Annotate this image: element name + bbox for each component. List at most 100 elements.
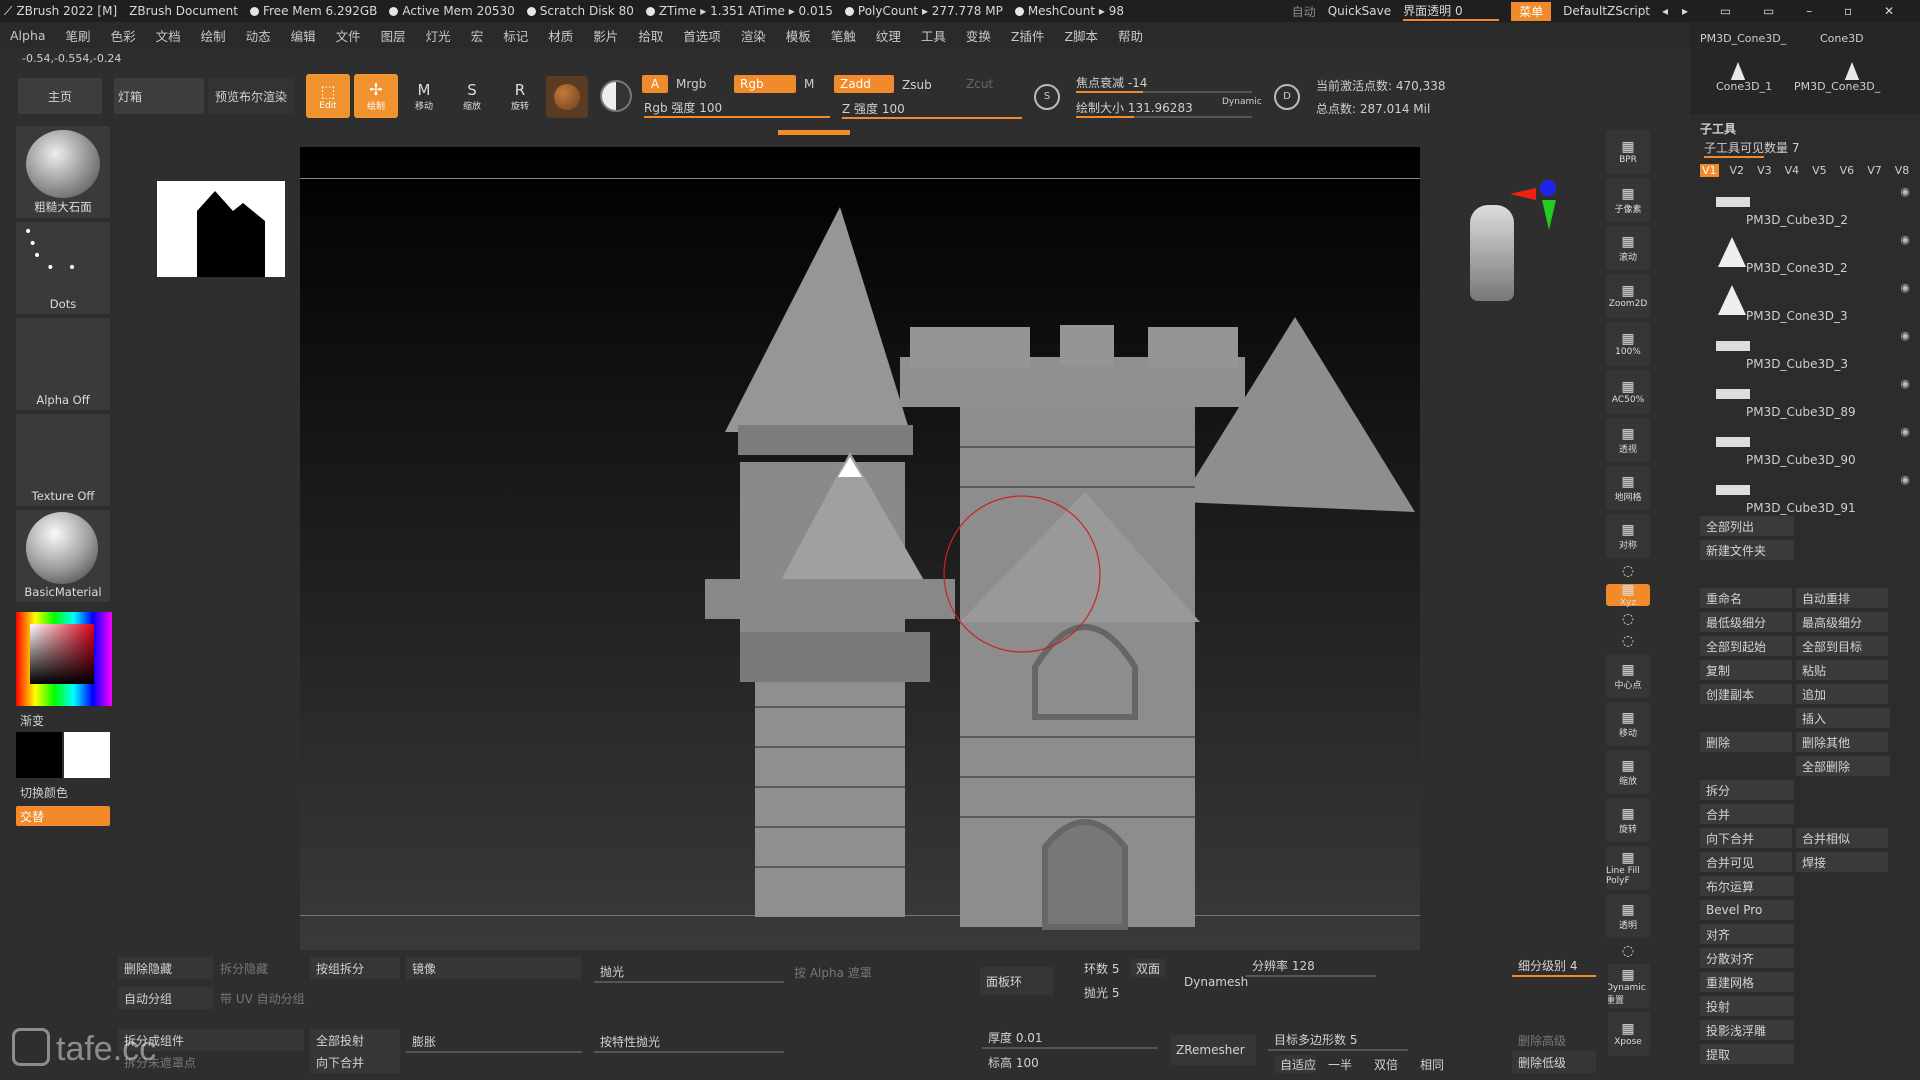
loops-slider[interactable]: 环数 5 xyxy=(1078,957,1132,979)
menu-22[interactable]: Z插件 xyxy=(1011,26,1045,45)
rename-button[interactable]: 重命名 xyxy=(1700,588,1792,608)
rightbar-button-14[interactable]: ▦ 移动 xyxy=(1606,702,1650,746)
alpha-swatch[interactable]: Alpha Off xyxy=(16,318,110,410)
rgb-intensity-slider[interactable] xyxy=(644,116,830,118)
adaptive-button[interactable]: 自适应 xyxy=(1274,1055,1316,1073)
eye-icon[interactable]: ◉ xyxy=(1900,329,1910,342)
subtool-item[interactable]: ◉ PM3D_Cone3D_2 xyxy=(1690,233,1920,281)
inflate-slider[interactable]: 膨胀 xyxy=(406,1031,582,1053)
lightbox-tab[interactable]: 灯箱 xyxy=(114,78,204,114)
menu-15[interactable]: 首选项 xyxy=(683,26,721,45)
menu-18[interactable]: 笔触 xyxy=(831,26,856,45)
tool-thumb-2[interactable]: Cone3D xyxy=(1820,32,1864,45)
rightbar-button-7[interactable]: ▦ 地网格 xyxy=(1606,466,1650,510)
same-button[interactable]: 相同 xyxy=(1414,1053,1454,1075)
eye-icon[interactable]: ◉ xyxy=(1900,233,1910,246)
eye-icon[interactable]: ◉ xyxy=(1900,185,1910,198)
secondary-color[interactable] xyxy=(64,732,110,778)
rightbar-button-3[interactable]: ▦ Zoom2D xyxy=(1606,274,1650,318)
bevel-button[interactable]: Bevel Pro xyxy=(1700,900,1794,920)
rightbar-button-11[interactable]: ◌ xyxy=(1606,610,1650,628)
navigation-head-gizmo[interactable] xyxy=(1470,205,1514,301)
z-intensity-slider[interactable] xyxy=(842,117,1022,119)
new-folder-button[interactable]: 新建文件夹 xyxy=(1700,540,1794,560)
polish-slider[interactable]: 抛光 xyxy=(594,961,784,983)
menu-7[interactable]: 文件 xyxy=(336,26,361,45)
rightbar-button-17[interactable]: ▦ Line Fill PolyF xyxy=(1606,846,1650,890)
version-tab-v5[interactable]: V5 xyxy=(1810,164,1829,177)
auto-reorder-button[interactable]: 自动重排 xyxy=(1796,588,1888,608)
group-split-button[interactable]: 按组拆分 xyxy=(310,957,400,979)
rotate-button[interactable]: R 旋转 xyxy=(498,74,542,118)
project-button[interactable]: 投射 xyxy=(1700,996,1794,1016)
menu-2[interactable]: 色彩 xyxy=(111,26,136,45)
primary-color[interactable] xyxy=(16,732,62,778)
version-tab-v7[interactable]: V7 xyxy=(1865,164,1884,177)
eye-icon[interactable]: ◉ xyxy=(1900,377,1910,390)
all-low-button[interactable]: 全部到起始 xyxy=(1700,636,1792,656)
rightbar-button-2[interactable]: ▦ 滚动 xyxy=(1606,226,1650,270)
split-button[interactable]: 拆分 xyxy=(1700,780,1794,800)
menu-10[interactable]: 宏 xyxy=(471,26,484,45)
subtool-item[interactable]: ◉ PM3D_Cube3D_2 xyxy=(1690,185,1920,233)
rightbar-button-0[interactable]: ▦ BPR xyxy=(1606,130,1650,174)
bool-preview-button[interactable]: 预览布尔渲染 xyxy=(208,78,294,114)
edit-button[interactable]: ⬚ Edit xyxy=(306,74,350,118)
tool-thumb-4[interactable]: PM3D_Cone3D_ xyxy=(1794,80,1880,93)
brush-swatch[interactable]: 粗糙大石面 xyxy=(16,126,110,218)
rightbar-button-4[interactable]: ▦ 100% xyxy=(1606,322,1650,366)
rightbar-button-15[interactable]: ▦ 缩放 xyxy=(1606,750,1650,794)
sym-d-icon[interactable]: D xyxy=(1274,84,1300,110)
zremesher-button[interactable]: ZRemesher xyxy=(1170,1035,1256,1065)
menu-4[interactable]: 绘制 xyxy=(201,26,226,45)
rightbar-button-10[interactable]: ▦ Xyz xyxy=(1606,582,1650,608)
material-sphere-icon[interactable] xyxy=(546,76,588,118)
subtool-item[interactable]: ◉ PM3D_Cube3D_91 xyxy=(1690,473,1920,521)
align-button[interactable]: 对齐 xyxy=(1700,924,1794,944)
menu-24[interactable]: 帮助 xyxy=(1118,26,1143,45)
menu-6[interactable]: 编辑 xyxy=(291,26,316,45)
delete-hidden-button[interactable]: 删除隐藏 xyxy=(118,957,214,979)
zadd-button[interactable]: Zadd xyxy=(834,75,894,93)
menu-0[interactable]: Alpha xyxy=(10,28,46,43)
rgb-button[interactable]: Rgb xyxy=(734,75,796,93)
insert-button[interactable]: 插入 xyxy=(1796,708,1890,728)
gradient-label[interactable]: 渐变 xyxy=(20,712,44,729)
switch-color-button[interactable]: 切换颜色 xyxy=(20,784,68,801)
append-button[interactable]: 追加 xyxy=(1796,684,1888,704)
menu-20[interactable]: 工具 xyxy=(921,26,946,45)
project-all-button[interactable]: 全部投射 xyxy=(310,1029,400,1051)
rightbar-button-13[interactable]: ▦ 中心点 xyxy=(1606,654,1650,698)
thickness-slider[interactable]: 厚度 0.01 xyxy=(982,1027,1158,1049)
mirror-button[interactable]: 镜像 xyxy=(406,957,582,979)
panel-polish-slider[interactable]: 抛光 5 xyxy=(1078,981,1168,1003)
draw-button[interactable]: ✢ 绘制 xyxy=(354,74,398,118)
extract-button[interactable]: 提取 xyxy=(1700,1044,1794,1064)
menu-button[interactable]: 菜单 xyxy=(1511,1,1552,21)
menu-16[interactable]: 渲染 xyxy=(741,26,766,45)
boolean-button[interactable]: 布尔运算 xyxy=(1700,876,1794,896)
alpha-a-button[interactable]: A xyxy=(642,75,668,93)
viewport-canvas[interactable] xyxy=(157,147,1420,950)
rightbar-button-1[interactable]: ▦ 子像素 xyxy=(1606,178,1650,222)
version-tab-v6[interactable]: V6 xyxy=(1838,164,1857,177)
alpha-mask-button[interactable]: 按 Alpha 遮罩 xyxy=(788,961,938,983)
menu-21[interactable]: 变换 xyxy=(966,26,991,45)
ui-transparency-slider[interactable]: 界面透明 0 xyxy=(1403,2,1500,21)
delete-button[interactable]: 删除 xyxy=(1700,732,1792,752)
alternate-button[interactable]: 交替 xyxy=(16,806,110,826)
eye-icon[interactable]: ◉ xyxy=(1900,281,1910,294)
menu-3[interactable]: 文档 xyxy=(156,26,181,45)
merge-button[interactable]: 合并 xyxy=(1700,804,1794,824)
uv-auto-group-button[interactable]: 带 UV 自动分组 xyxy=(214,987,400,1009)
menu-8[interactable]: 图层 xyxy=(381,26,406,45)
menu-1[interactable]: 笔刷 xyxy=(66,26,91,45)
draw-size-slider[interactable] xyxy=(1076,116,1252,118)
menu-11[interactable]: 标记 xyxy=(503,26,528,45)
merge-down-button[interactable]: 向下合并 xyxy=(1700,828,1792,848)
list-all-button[interactable]: 全部列出 xyxy=(1700,516,1794,536)
home-tab[interactable]: 主页 xyxy=(18,78,102,114)
paste-button[interactable]: 粘贴 xyxy=(1796,660,1888,680)
subtool-item[interactable]: ◉ PM3D_Cube3D_90 xyxy=(1690,425,1920,473)
split-hidden-button[interactable]: 拆分隐藏 xyxy=(214,957,310,979)
